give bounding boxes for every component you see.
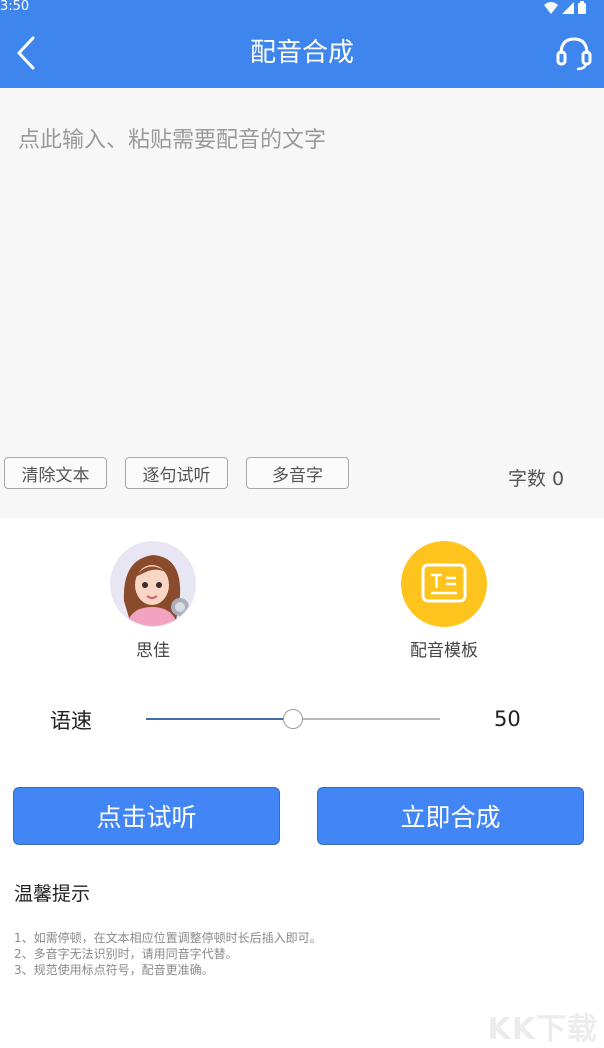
- speed-slider[interactable]: [146, 707, 440, 731]
- word-count: 字数 0: [508, 468, 565, 490]
- avatar-illustration-icon: [111, 542, 195, 626]
- watermark: KK下载: [487, 1012, 598, 1047]
- slider-thumb[interactable]: [283, 709, 303, 729]
- text-editor-panel: 清除文本 逐句试听 多音字 字数 0: [0, 88, 604, 518]
- polyphone-button[interactable]: 多音字: [246, 457, 349, 489]
- clear-text-button[interactable]: 清除文本: [4, 457, 107, 489]
- tip-item: 3、规范使用标点符号，配音更准确。: [14, 963, 214, 977]
- back-button[interactable]: [8, 32, 44, 74]
- dubbing-template-button[interactable]: [401, 541, 487, 627]
- slider-fill: [146, 718, 293, 720]
- headset-icon: [556, 37, 592, 71]
- text-input[interactable]: [0, 88, 604, 448]
- synthesize-button[interactable]: 立即合成: [317, 787, 584, 845]
- voice-avatar[interactable]: [110, 541, 196, 627]
- voice-name: 思佳: [136, 641, 170, 661]
- status-icons: [544, 1, 586, 14]
- text-template-icon: [421, 563, 467, 603]
- status-bar: 3:50: [0, 0, 604, 18]
- battery-icon: [578, 1, 586, 14]
- sentence-preview-button[interactable]: 逐句试听: [125, 457, 228, 489]
- speed-label: 语速: [50, 709, 92, 733]
- tip-item: 2、多音字无法识别时，请用同音字代替。: [14, 947, 238, 961]
- status-time: 3:50: [0, 0, 30, 14]
- tips-title: 温馨提示: [14, 883, 91, 905]
- speed-value: 50: [494, 707, 521, 731]
- app-bar: 配音合成: [0, 18, 604, 88]
- signal-icon: [562, 1, 574, 14]
- tips-list: 1、如需停顿，在文本相应位置调整停顿时长后插入即可。 2、多音字无法识别时，请用…: [14, 930, 322, 978]
- wifi-icon: [544, 1, 558, 14]
- template-label: 配音模板: [410, 641, 478, 661]
- page-title: 配音合成: [249, 38, 354, 68]
- tip-item: 1、如需停顿，在文本相应位置调整停顿时长后插入即可。: [14, 931, 322, 945]
- preview-button[interactable]: 点击试听: [13, 787, 280, 845]
- customer-service-button[interactable]: [554, 32, 594, 74]
- chevron-left-icon: [17, 36, 35, 70]
